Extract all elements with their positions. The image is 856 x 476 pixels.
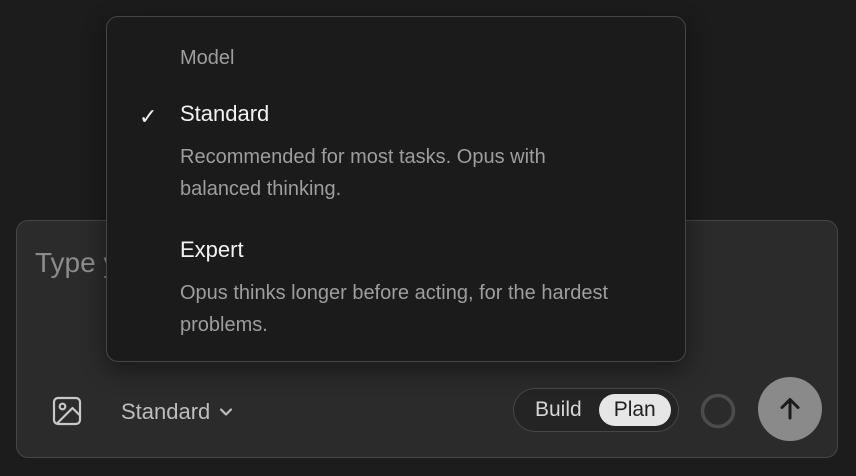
model-selector-label: Standard xyxy=(121,399,211,424)
option-description: Recommended for most tasks. Opus with ba… xyxy=(180,146,546,200)
model-selector[interactable]: Standard xyxy=(121,394,234,430)
menu-heading: Model xyxy=(180,47,235,69)
mode-build-button[interactable]: Build xyxy=(520,394,597,426)
option-title: Standard xyxy=(180,101,270,126)
model-option-expert[interactable]: Expert Opus thinks longer before acting,… xyxy=(107,237,685,337)
model-option-standard[interactable]: ✓ Standard Recommended for most tasks. O… xyxy=(107,101,685,201)
progress-ring-icon xyxy=(700,393,736,429)
send-button[interactable] xyxy=(758,377,822,441)
chevron-down-icon xyxy=(220,408,233,416)
mode-plan-button[interactable]: Plan xyxy=(598,394,671,426)
option-description: Opus thinks longer before acting, for th… xyxy=(180,282,609,336)
mode-toggle: Build Plan xyxy=(513,388,679,432)
attach-image-button[interactable] xyxy=(45,391,89,431)
model-dropdown-menu: Model ✓ Standard Recommended for most ta… xyxy=(106,16,686,362)
option-title: Expert xyxy=(180,237,244,262)
image-icon xyxy=(52,396,82,426)
arrow-up-icon xyxy=(780,398,800,420)
checkmark-icon: ✓ xyxy=(139,105,158,130)
